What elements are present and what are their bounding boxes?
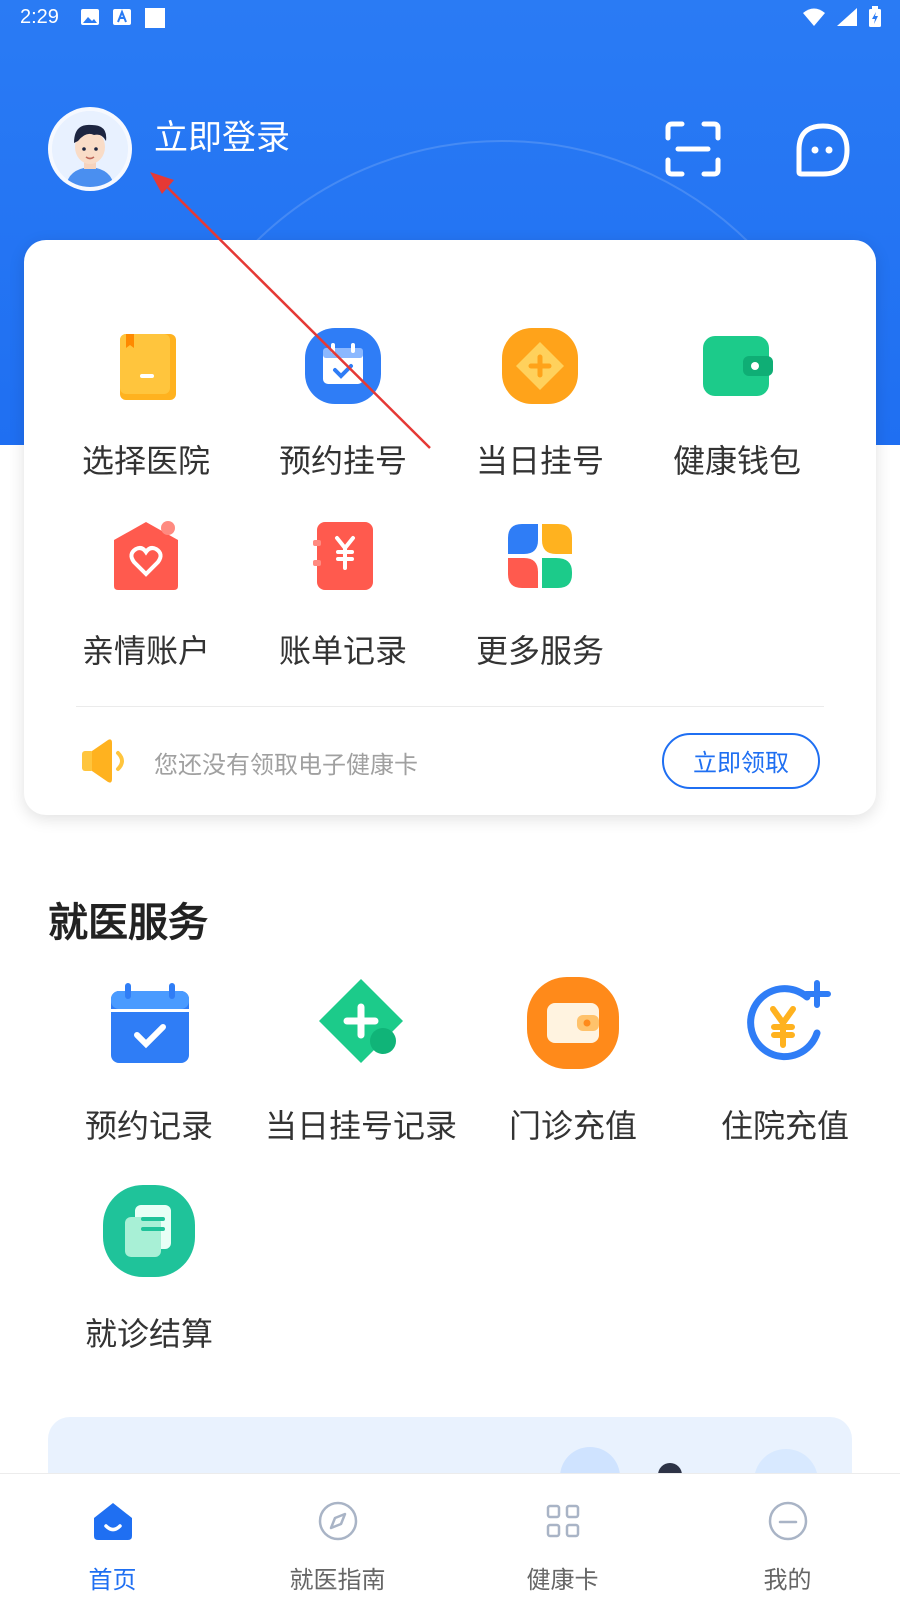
login-link[interactable]: 立即登录 (154, 110, 290, 159)
service-label: 住院充值 (720, 1107, 849, 1145)
grid-dots-icon (508, 524, 572, 588)
card-divider (76, 706, 824, 707)
diamond-plus-icon (502, 328, 578, 404)
image-notification-icon (81, 9, 99, 25)
hospital-book-icon (120, 334, 176, 400)
service-same-day-records[interactable]: 当日挂号记录 (256, 975, 466, 1147)
quick-action-label: 预约挂号 (278, 442, 407, 480)
quick-action-family-account[interactable]: 亲情账户 (46, 516, 246, 672)
a-notification-icon (113, 9, 131, 25)
battery-charging-icon (869, 6, 881, 27)
tab-label: 首页 (88, 1566, 137, 1594)
message-icon[interactable] (795, 122, 851, 178)
service-appointment-records[interactable]: 预约记录 (44, 975, 254, 1147)
tab-label: 健康卡 (526, 1566, 599, 1594)
quick-action-health-wallet[interactable]: 健康钱包 (637, 326, 837, 482)
avatar[interactable] (48, 107, 132, 191)
diamond-plus-icon (319, 979, 403, 1063)
tab-label: 就医指南 (289, 1566, 386, 1594)
service-label: 就诊结算 (84, 1315, 213, 1353)
banner-decoration-icon (560, 1447, 818, 1477)
signal-icon (837, 8, 857, 26)
promo-banner[interactable] (48, 1417, 852, 1477)
calendar-check-icon (111, 983, 189, 1063)
quick-action-label: 健康钱包 (672, 442, 801, 480)
service-inpatient-recharge[interactable]: 住院充值 (680, 975, 890, 1147)
quick-action-appointment[interactable]: 预约挂号 (243, 326, 443, 482)
service-label: 门诊充值 (508, 1107, 637, 1145)
wallet-icon (703, 336, 773, 396)
status-system-icons (802, 6, 882, 28)
home-icon (93, 1503, 132, 1540)
claim-health-card-button[interactable]: 立即领取 (662, 733, 820, 789)
quick-action-bill-records[interactable]: 账单记录 (243, 516, 443, 672)
quick-action-label: 更多服务 (475, 632, 604, 670)
quick-action-label: 亲情账户 (81, 632, 210, 670)
quick-action-more-services[interactable]: 更多服务 (440, 516, 640, 672)
compass-icon (318, 1501, 357, 1541)
status-bar: 2:29 (0, 0, 900, 36)
yuan-bill-icon (313, 522, 373, 590)
service-label: 当日挂号记录 (264, 1107, 457, 1145)
user-circle-icon (768, 1501, 807, 1541)
heart-home-icon (114, 521, 178, 590)
wifi-icon (803, 8, 825, 26)
service-label: 预约记录 (84, 1107, 213, 1145)
quick-actions-card: 选择医院 预约挂号 当日挂号 健康钱包 亲情账户 账单记录 更多服务 您还没有领… (24, 240, 876, 815)
tab-mine[interactable]: 我的 (675, 1474, 900, 1595)
tab-medical-guide[interactable]: 就医指南 (225, 1474, 450, 1595)
scan-icon[interactable] (664, 120, 722, 178)
quick-action-label: 选择医院 (81, 442, 210, 480)
status-time: 2:29 (20, 6, 59, 28)
tab-label: 我的 (763, 1566, 812, 1594)
service-outpatient-recharge[interactable]: 门诊充值 (468, 975, 678, 1147)
qr-grid-icon (546, 1504, 579, 1538)
quick-action-label: 当日挂号 (475, 442, 604, 480)
speaker-icon (82, 739, 124, 783)
health-card-hint: 您还没有领取电子健康卡 (154, 751, 418, 779)
square-notification-icon (145, 8, 165, 28)
service-visit-settlement[interactable]: 就诊结算 (44, 1183, 254, 1355)
user-avatar-icon (52, 111, 128, 187)
quick-action-select-hospital[interactable]: 选择医院 (46, 326, 246, 482)
status-notification-icons (80, 7, 166, 29)
wallet-icon (527, 977, 619, 1069)
receipt-icon (103, 1185, 195, 1277)
calendar-check-icon (305, 328, 381, 404)
quick-action-label: 账单记录 (278, 632, 407, 670)
bottom-tab-bar: 首页 就医指南 健康卡 我的 (0, 1473, 900, 1601)
quick-action-same-day[interactable]: 当日挂号 (440, 326, 640, 482)
yuan-circle-plus-icon (747, 980, 831, 1061)
tab-health-card[interactable]: 健康卡 (450, 1474, 675, 1595)
section-title-medical-services: 就医服务 (48, 900, 208, 946)
tab-home[interactable]: 首页 (0, 1474, 225, 1595)
